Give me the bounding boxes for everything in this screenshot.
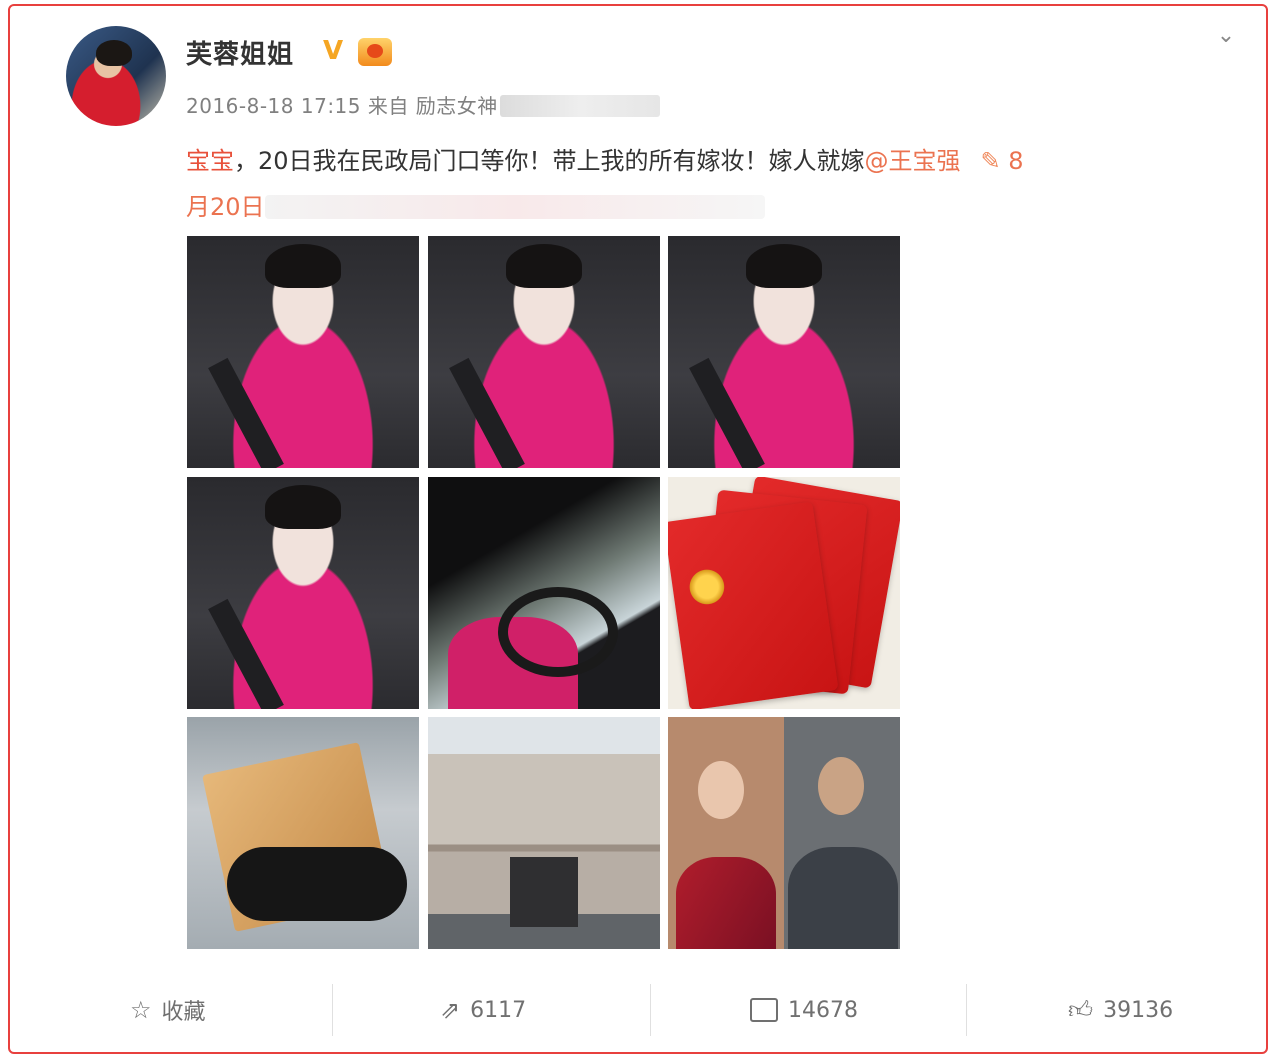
- share-count: 6117: [470, 997, 527, 1023]
- photo-selfie-2[interactable]: [428, 236, 660, 468]
- blurred-region: [499, 95, 660, 117]
- photo-driving-selfie[interactable]: [428, 477, 660, 709]
- photo-couple[interactable]: [668, 717, 900, 949]
- comment-count: 14678: [788, 997, 858, 1023]
- timestamp[interactable]: 2016-8-18 17:15: [186, 94, 361, 118]
- paperclip-icon: ✎: [980, 147, 1001, 175]
- favorite-button[interactable]: ☆ 收藏: [130, 990, 206, 1030]
- post-text: 宝宝，20日我在民政局门口等你！带上我的所有嫁妆！嫁人就嫁@王宝强 ✎ 8 月20…: [186, 138, 1236, 230]
- blurred-region-2: [264, 195, 765, 219]
- comment-button[interactable]: 14678: [750, 990, 858, 1030]
- share-button[interactable]: ⇗ 6117: [440, 990, 526, 1030]
- face: [698, 761, 744, 819]
- red-book: [668, 501, 839, 709]
- source-prefix: 来自: [367, 94, 409, 118]
- avatar[interactable]: [66, 26, 166, 126]
- photo-red-books[interactable]: [668, 477, 900, 709]
- username[interactable]: 芙蓉姐姐: [186, 34, 294, 71]
- like-button[interactable]: 👍︎ 39136: [1068, 990, 1173, 1030]
- photo-selfie-4[interactable]: [187, 477, 419, 709]
- share-icon: ⇗: [440, 996, 461, 1024]
- photo-selfie-3[interactable]: [668, 236, 900, 468]
- photo-building[interactable]: [428, 717, 660, 949]
- action-bar: ☆ 收藏 ⇗ 6117 14678 👍︎ 39136: [10, 984, 1266, 1036]
- like-count: 39136: [1103, 997, 1174, 1023]
- divider: [966, 984, 967, 1036]
- mention-link[interactable]: @王宝强: [865, 147, 961, 175]
- photo-selfie-1[interactable]: [187, 236, 419, 468]
- divider: [650, 984, 651, 1036]
- post-line2: 月20日: [186, 193, 265, 221]
- comment-icon: [750, 998, 778, 1022]
- post-tail-number: 8: [1008, 147, 1024, 175]
- verified-v-icon: V: [322, 36, 344, 66]
- favorite-label: 收藏: [161, 1000, 206, 1025]
- chevron-down-icon[interactable]: ⌄: [1212, 22, 1240, 50]
- star-icon: ☆: [130, 996, 152, 1024]
- topic-tag[interactable]: 宝宝: [186, 147, 234, 175]
- source-name[interactable]: 励志女神: [416, 94, 498, 118]
- thumbs-up-icon: 👍︎: [1068, 995, 1094, 1024]
- post-meta: 2016-8-18 17:15 来自 励志女神: [186, 90, 660, 119]
- member-badge-icon[interactable]: [358, 38, 392, 66]
- post-body: ，20日我在民政局门口等你！带上我的所有嫁妆！嫁人就嫁: [234, 147, 865, 175]
- face: [818, 757, 864, 815]
- photo-keys-and-cards[interactable]: [187, 717, 419, 949]
- divider: [332, 984, 333, 1036]
